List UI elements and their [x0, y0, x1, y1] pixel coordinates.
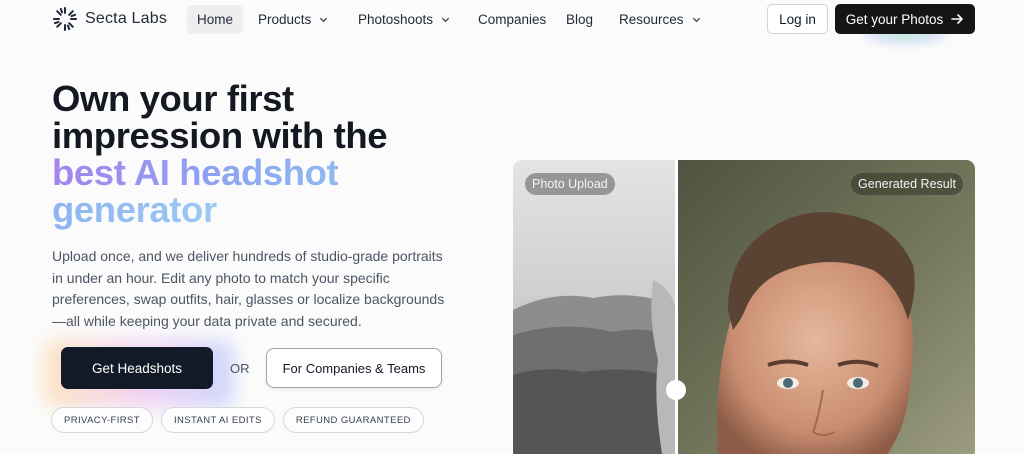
chevron-down-icon	[441, 17, 450, 23]
nav-resources[interactable]: Resources	[609, 5, 711, 34]
brand-name: Secta Labs	[85, 10, 168, 27]
nav-companies[interactable]: Companies	[468, 5, 556, 34]
login-button[interactable]: Log in	[767, 4, 828, 34]
nav-resources-label: Resources	[619, 12, 684, 27]
photo-upload-label: Photo Upload	[525, 173, 615, 195]
companies-teams-button[interactable]: For Companies & Teams	[266, 348, 442, 388]
nav-products-label: Products	[258, 12, 312, 27]
nav-home[interactable]: Home	[187, 5, 244, 34]
generated-result-label: Generated Result	[851, 173, 963, 195]
arrow-right-icon	[951, 14, 964, 24]
nav-products[interactable]: Products	[248, 5, 338, 34]
get-your-photos-label: Get your Photos	[845, 11, 944, 27]
headline-line-2: impression with the	[52, 115, 388, 156]
or-separator: OR	[230, 361, 250, 376]
before-after-comparison[interactable]: Photo Upload Generated Result	[513, 160, 975, 454]
top-navigation: Secta Labs Home Products Photoshoots Com…	[0, 0, 1024, 46]
badge-privacy-first: PRIVACY-FIRST	[51, 407, 153, 433]
nav-home-label: Home	[197, 12, 234, 27]
hero-headline: Own your first impression with the best …	[52, 78, 388, 230]
chevron-down-icon	[692, 17, 700, 23]
comparison-divider[interactable]	[675, 160, 678, 454]
get-your-photos-button[interactable]: Get your Photos	[835, 4, 975, 34]
headline-line-1: Own your first	[52, 78, 294, 119]
nav-blog[interactable]: Blog	[556, 5, 603, 34]
chevron-down-icon	[320, 17, 328, 23]
nav-photoshoots-label: Photoshoots	[358, 12, 434, 27]
headline-line-3: best AI headshot	[52, 152, 339, 193]
comparison-slider-handle[interactable]	[666, 380, 686, 400]
nav-companies-label: Companies	[478, 12, 547, 27]
get-headshots-button[interactable]: Get Headshots	[61, 347, 213, 389]
comparison-image	[513, 160, 975, 454]
feature-badges: PRIVACY-FIRST INSTANT AI EDITS REFUND GU…	[51, 407, 424, 433]
sunburst-logo-icon	[53, 7, 77, 31]
badge-instant-ai-edits: INSTANT AI EDITS	[160, 407, 275, 433]
hero-description: Upload once, and we deliver hundreds of …	[52, 248, 445, 329]
headline-line-4: generator	[52, 189, 217, 230]
nav-photoshoots[interactable]: Photoshoots	[348, 5, 460, 34]
brand-logo[interactable]: Secta Labs	[52, 6, 167, 32]
badge-refund-guaranteed: REFUND GUARANTEED	[282, 407, 424, 433]
nav-blog-label: Blog	[566, 12, 594, 27]
